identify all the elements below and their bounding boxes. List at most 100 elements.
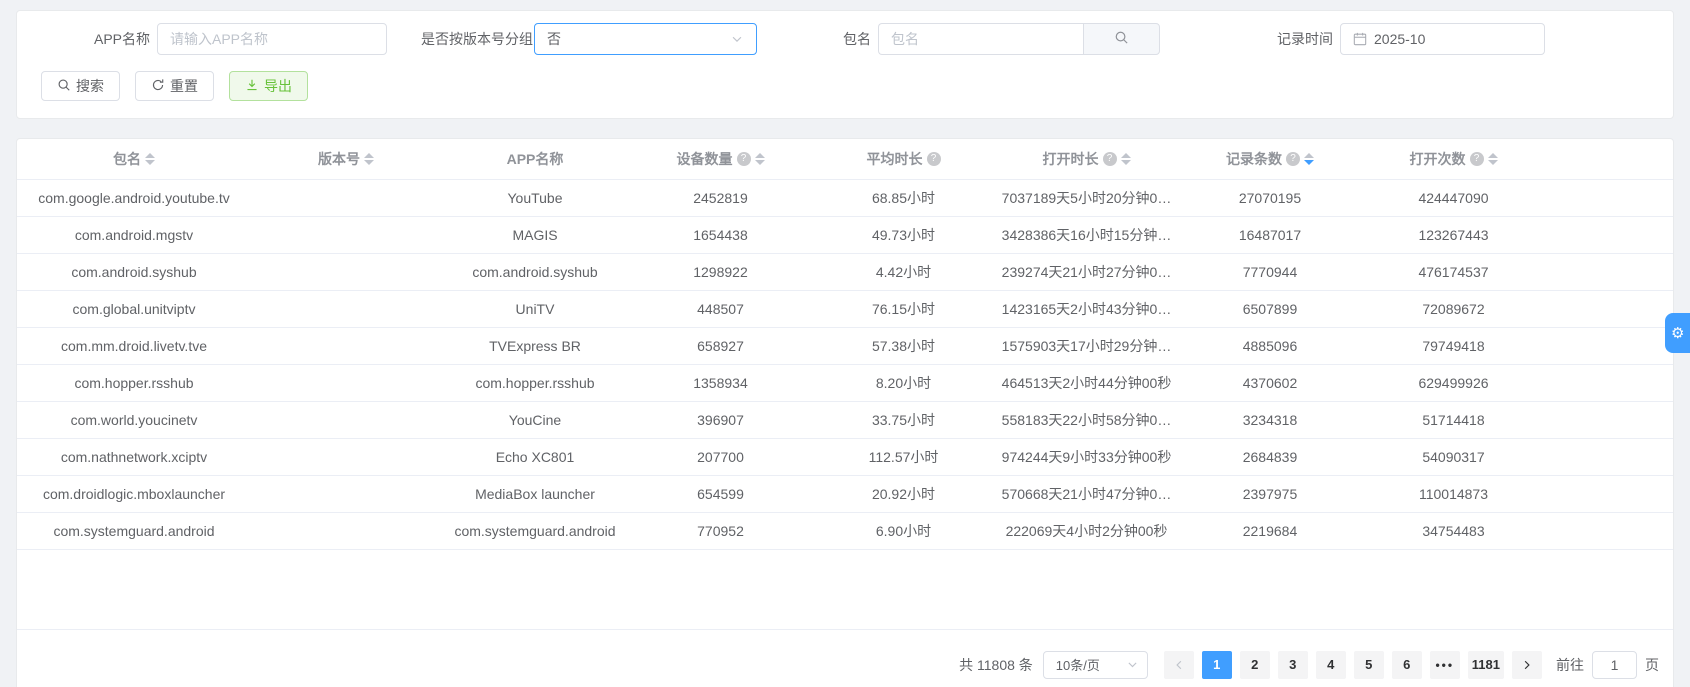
package-search-button[interactable]: [1083, 23, 1160, 55]
cell-open-duration: 974244天9小时33分钟00秒: [995, 438, 1178, 476]
column-header-device-count[interactable]: 设备数量?: [629, 139, 812, 180]
reset-button[interactable]: 重置: [135, 71, 214, 101]
filter-record-time: 记录时间 2025-10: [1277, 23, 1545, 55]
help-icon[interactable]: ?: [1286, 151, 1300, 166]
package-name-input[interactable]: [891, 24, 1071, 54]
cell-avg-duration: 6.90小时: [812, 512, 995, 550]
cell-package-name: com.mm.droid.livetv.tve: [17, 327, 251, 365]
sort-caret[interactable]: [754, 152, 765, 165]
cell-open-count: 79749418: [1362, 327, 1545, 365]
cell-device-count: 1358934: [629, 364, 812, 402]
cell-open-count: 123267443: [1362, 216, 1545, 254]
table-header-row: 包名 版本号 APP名称 设备数量? 平均时长? 打开时长? 记录条数? 打开次数?: [17, 139, 1673, 180]
cell-app-name: MAGIS: [441, 216, 629, 254]
page-button-4[interactable]: 4: [1315, 650, 1346, 679]
cell-avg-duration: 68.85小时: [812, 179, 995, 217]
page-size-select[interactable]: 10条/页: [1042, 650, 1148, 679]
help-icon[interactable]: ?: [1469, 151, 1484, 166]
goto-label: 前往: [1556, 656, 1584, 673]
package-name-group: [878, 23, 1160, 55]
reset-button-label: 重置: [170, 78, 198, 94]
app-name-label: APP名称: [93, 31, 150, 47]
column-label: 打开时长: [1042, 150, 1099, 167]
search-icon: [1114, 30, 1129, 48]
sort-caret[interactable]: [145, 152, 155, 165]
cell-package-name: com.nathnetwork.xciptv: [17, 438, 251, 476]
export-button-label: 导出: [264, 78, 292, 94]
record-time-picker[interactable]: 2025-10: [1340, 23, 1545, 55]
app-name-input[interactable]: [170, 24, 374, 54]
cell-package-name: com.global.unitviptv: [17, 290, 251, 328]
table-row: com.global.unitviptv UniTV 448507 76.15小时 14…: [17, 290, 1673, 328]
cell-avg-duration: 57.38小时: [812, 327, 995, 365]
search-button-label: 搜索: [76, 78, 104, 94]
filter-panel: APP名称 是否按版本号分组 否 包名: [16, 10, 1674, 119]
table-row: com.mm.droid.livetv.tve TVExpress BR 65892…: [17, 327, 1673, 365]
gutter-cell: [1545, 179, 1673, 217]
cell-record-count: 4885096: [1178, 327, 1362, 365]
page-button-1181[interactable]: 1181: [1467, 650, 1504, 679]
cell-avg-duration: 112.57小时: [812, 438, 995, 476]
group-by-version-select[interactable]: 否: [534, 23, 757, 55]
next-page-button[interactable]: [1512, 650, 1542, 679]
help-icon[interactable]: ?: [736, 151, 751, 166]
sort-caret[interactable]: [364, 152, 374, 165]
cell-open-duration: 570668天21小时47分钟0…: [995, 475, 1178, 513]
group-by-version-value: 否: [547, 31, 561, 47]
page-button-1[interactable]: 1: [1201, 650, 1232, 679]
filter-app-name: APP名称: [41, 23, 387, 55]
sort-caret[interactable]: [1304, 152, 1314, 165]
help-icon[interactable]: ?: [1102, 151, 1117, 166]
column-header-open-duration[interactable]: 打开时长?: [995, 139, 1178, 180]
column-header-version[interactable]: 版本号: [251, 139, 441, 180]
filter-row: APP名称 是否按版本号分组 否 包名: [41, 23, 1673, 55]
column-header-open-count[interactable]: 打开次数?: [1362, 139, 1545, 180]
total-count: 共 11808 条: [959, 656, 1033, 673]
cell-open-duration: 1575903天17小时29分钟…: [995, 327, 1178, 365]
cell-record-count: 4370602: [1178, 364, 1362, 402]
cell-open-count: 51714418: [1362, 401, 1545, 439]
cell-record-count: 7770944: [1178, 253, 1362, 291]
cell-avg-duration: 76.15小时: [812, 290, 995, 328]
cell-open-count: 34754483: [1362, 512, 1545, 550]
column-header-record-count[interactable]: 记录条数?: [1178, 139, 1362, 180]
cell-open-count: 110014873: [1362, 475, 1545, 513]
gutter-cell: [1545, 364, 1673, 402]
chevron-down-icon: [1126, 658, 1139, 671]
gutter-cell: [1545, 253, 1673, 291]
table-row: com.hopper.rsshub com.hopper.rsshub 135893…: [17, 364, 1673, 402]
cell-package-name: com.android.mgstv: [17, 216, 251, 254]
sort-caret[interactable]: [1487, 152, 1498, 165]
search-button[interactable]: 搜索: [41, 71, 120, 101]
filter-package-name: 包名: [843, 23, 1160, 55]
page-button-6[interactable]: 6: [1391, 650, 1422, 679]
cell-device-count: 1298922: [629, 253, 812, 291]
sort-caret[interactable]: [1120, 152, 1131, 165]
data-table: 包名 版本号 APP名称 设备数量? 平均时长? 打开时长? 记录条数? 打开次数? com.…: [17, 139, 1673, 630]
column-header-package-name[interactable]: 包名: [17, 139, 251, 180]
cell-version: [251, 364, 441, 402]
settings-fab[interactable]: ⚙: [1665, 313, 1690, 353]
column-label: APP名称: [506, 150, 564, 167]
gutter-column: [1545, 139, 1673, 180]
more-pages-button[interactable]: •••: [1429, 650, 1460, 679]
cell-open-count: 72089672: [1362, 290, 1545, 328]
goto-page-input[interactable]: [1592, 650, 1637, 679]
prev-page-button[interactable]: [1163, 650, 1194, 679]
gutter-cell: [1545, 327, 1673, 365]
cell-app-name: com.systemguard.android: [441, 512, 629, 550]
cell-record-count: 27070195: [1178, 179, 1362, 217]
help-icon[interactable]: ?: [926, 151, 941, 166]
cell-avg-duration: 8.20小时: [812, 364, 995, 402]
page-button-3[interactable]: 3: [1277, 650, 1308, 679]
cell-package-name: com.world.youcinetv: [17, 401, 251, 439]
cell-app-name: UniTV: [441, 290, 629, 328]
page-button-2[interactable]: 2: [1239, 650, 1270, 679]
cell-device-count: 770952: [629, 512, 812, 550]
export-button[interactable]: 导出: [229, 71, 308, 101]
table-row: com.android.mgstv MAGIS 1654438 49.73小时 3428…: [17, 216, 1673, 254]
record-time-value: 2025-10: [1374, 31, 1426, 47]
cell-app-name: TVExpress BR: [441, 327, 629, 365]
cell-record-count: 16487017: [1178, 216, 1362, 254]
page-button-5[interactable]: 5: [1353, 650, 1384, 679]
